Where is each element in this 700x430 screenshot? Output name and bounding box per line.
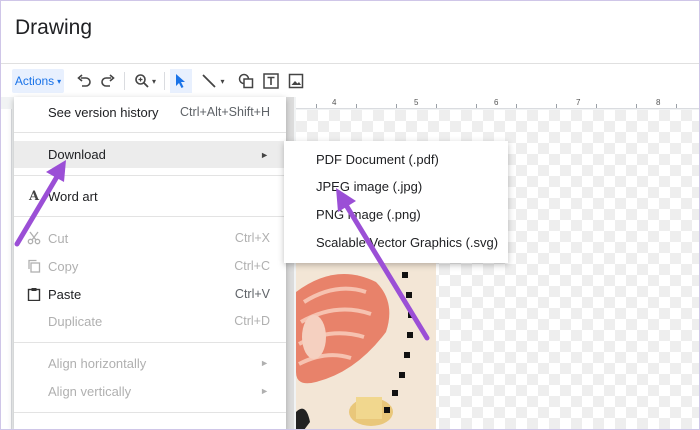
- menu-item-label: Align vertically: [48, 383, 132, 399]
- menu-divider: [14, 342, 286, 343]
- ruler-tick: [676, 104, 677, 108]
- image-icon[interactable]: [286, 69, 306, 93]
- canvas-artwork-image[interactable]: [296, 262, 436, 430]
- download-submenu: PDF Document (.pdf) JPEG image (.jpg) PN…: [284, 141, 508, 263]
- menu-item-duplicate[interactable]: Duplicate Ctrl+D: [14, 308, 286, 334]
- menu-item-label: Copy: [48, 258, 79, 274]
- redo-icon[interactable]: [98, 69, 118, 93]
- menu-item-paste[interactable]: Paste Ctrl+V: [14, 281, 286, 307]
- shape-icon[interactable]: [236, 69, 256, 93]
- ruler-tick: [556, 104, 557, 108]
- chevron-right-icon: ►: [260, 386, 269, 396]
- copy-icon: [26, 258, 42, 274]
- zoom-icon[interactable]: ▾: [130, 69, 160, 93]
- menu-item-label: Paste: [48, 286, 82, 302]
- ruler-label: 5: [414, 98, 419, 107]
- ruler-tick: [316, 104, 317, 108]
- vertical-ruler: [0, 109, 12, 430]
- ruler-label: 7: [576, 98, 581, 107]
- scissors-icon: [26, 230, 42, 246]
- submenu-item-label: JPEG image (.jpg): [316, 179, 423, 194]
- submenu-item-pdf[interactable]: PDF Document (.pdf): [284, 146, 508, 173]
- undo-icon[interactable]: [74, 69, 94, 93]
- submenu-item-label: PNG image (.png): [316, 207, 421, 222]
- word-art-icon: A: [28, 188, 40, 204]
- ruler-label: 8: [656, 98, 661, 107]
- menu-divider: [14, 132, 286, 133]
- ruler-label: 6: [494, 98, 499, 107]
- menu-item-see-version-history[interactable]: See version history Ctrl+Alt+Shift+H: [14, 99, 286, 125]
- menu-item-shortcut: Ctrl+V: [234, 287, 270, 301]
- menu-item-shortcut: Ctrl+D: [234, 314, 270, 328]
- ruler-tick: [356, 104, 357, 108]
- menu-item-word-art[interactable]: A Word art: [14, 183, 286, 209]
- menu-item-label: Align horizontally: [48, 355, 147, 371]
- clipboard-icon: [26, 286, 42, 302]
- ruler-tick: [396, 104, 397, 108]
- actions-menu: See version history Ctrl+Alt+Shift+H Dow…: [14, 97, 286, 430]
- page-title: Drawing: [15, 16, 93, 39]
- ruler-tick: [436, 104, 437, 108]
- menu-item-shortcut: Ctrl+Alt+Shift+H: [180, 105, 270, 119]
- menu-item-copy[interactable]: Copy Ctrl+C: [14, 253, 286, 279]
- toolbar-separator: [124, 72, 125, 90]
- menu-item-label: See version history: [48, 104, 159, 120]
- submenu-item-png[interactable]: PNG image (.png): [284, 201, 508, 228]
- menu-item-shortcut: Ctrl+X: [234, 231, 270, 245]
- ruler-tick: [636, 104, 637, 108]
- menu-item-cut[interactable]: Cut Ctrl+X: [14, 225, 286, 251]
- chevron-right-icon: ►: [260, 358, 269, 368]
- chevron-down-icon: ▾: [57, 76, 62, 86]
- pointer-icon[interactable]: [170, 69, 192, 93]
- menu-item-label: Cut: [48, 230, 69, 246]
- actions-label: Actions: [14, 74, 55, 88]
- menu-item-label: Word art: [48, 188, 98, 204]
- menu-item-download[interactable]: Download ►: [14, 141, 286, 168]
- line-icon[interactable]: ▾: [196, 69, 230, 93]
- horizontal-ruler: 4 5 6 7 8: [296, 97, 700, 109]
- toolbar-separator: [164, 72, 165, 90]
- menu-item-label: Download: [48, 147, 106, 162]
- menu-item-align-vertically[interactable]: Align vertically ►: [14, 378, 286, 404]
- menu-item-align-horizontally[interactable]: Align horizontally ►: [14, 350, 286, 376]
- toolbar: Actions ▾ ▾ ▾: [0, 64, 700, 97]
- zoom-caret-icon: ▾: [151, 76, 156, 86]
- ruler-tick: [516, 104, 517, 108]
- actions-menu-button[interactable]: Actions ▾: [12, 69, 64, 93]
- line-caret-icon: ▾: [220, 76, 225, 86]
- menu-divider: [14, 216, 286, 217]
- menu-divider: [14, 175, 286, 176]
- textbox-icon[interactable]: [261, 69, 281, 93]
- ruler-label: 4: [332, 98, 337, 107]
- menu-divider: [14, 412, 286, 413]
- menu-item-shortcut: Ctrl+C: [234, 259, 270, 273]
- ruler-tick: [476, 104, 477, 108]
- ruler-tick: [596, 104, 597, 108]
- chevron-right-icon: ►: [260, 149, 269, 160]
- menu-item-label: Duplicate: [48, 313, 103, 329]
- submenu-item-svg[interactable]: Scalable Vector Graphics (.svg): [284, 229, 508, 256]
- submenu-item-jpeg[interactable]: JPEG image (.jpg): [284, 173, 508, 200]
- submenu-item-label: Scalable Vector Graphics (.svg): [316, 235, 499, 250]
- submenu-item-label: PDF Document (.pdf): [316, 152, 439, 167]
